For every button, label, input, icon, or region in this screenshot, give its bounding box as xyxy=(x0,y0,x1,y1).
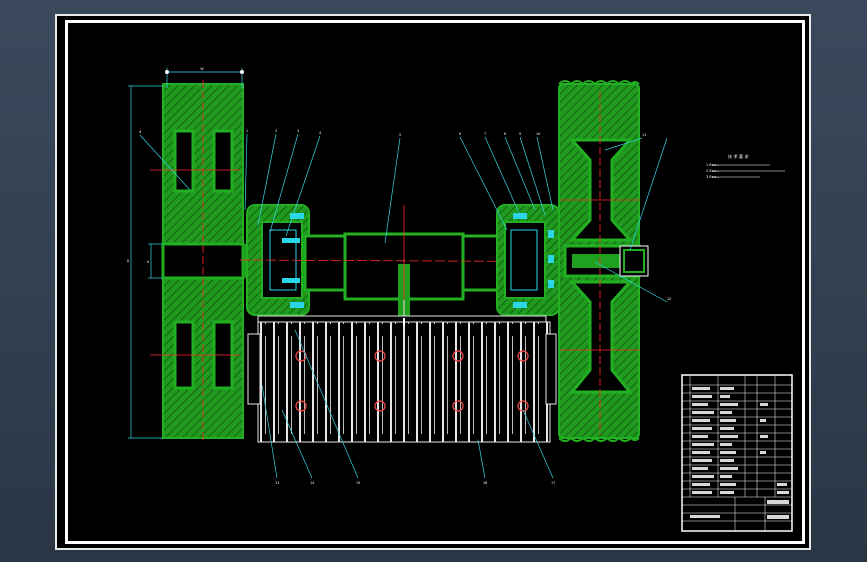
balloon-label: 16 xyxy=(483,481,487,485)
technical-notes: 技 术 要 求 1.Rz≤... 2.Rz≤... 3.Rz≤... xyxy=(706,153,785,179)
notes-heading: 技 术 要 求 xyxy=(728,153,750,160)
balloon-label: 3 xyxy=(297,129,299,133)
balloon-label: 4 xyxy=(139,130,141,134)
balloon-label: 11 xyxy=(642,133,646,137)
balloon-label: 17 xyxy=(551,481,555,485)
balloon-label: 5 xyxy=(399,133,401,137)
balloon-label: 13 xyxy=(275,481,279,485)
balloon-label: 14 xyxy=(310,481,314,485)
dimension-text-top: W xyxy=(200,67,204,71)
balloon-label: 1 xyxy=(246,129,248,133)
finned-block xyxy=(247,315,557,443)
dim-arrow-dot xyxy=(165,70,169,74)
balloon-label: 9 xyxy=(519,132,521,136)
balloon-label: 15 xyxy=(356,481,360,485)
dimension-text-shaft: d xyxy=(147,260,149,264)
cad-drawing: W D d 4 1 2 3 4 5 6 7 8 9 10 11 12 13 14… xyxy=(127,67,793,532)
balloon-label: 12 xyxy=(667,297,671,301)
balloon-label: 4 xyxy=(319,131,321,135)
balloon-label: 8 xyxy=(504,132,506,136)
dimension-text-left: D xyxy=(127,259,130,263)
balloon-label: 2 xyxy=(275,129,277,133)
balloon-label: 7 xyxy=(484,132,486,136)
title-block xyxy=(681,374,793,532)
right-wheel xyxy=(558,80,649,442)
dim-arrow-dot xyxy=(240,70,244,74)
balloon-label: 6 xyxy=(459,132,461,136)
balloon-label: 10 xyxy=(536,132,540,136)
right-bearing-housing xyxy=(496,204,560,316)
left-wheel xyxy=(150,80,245,440)
